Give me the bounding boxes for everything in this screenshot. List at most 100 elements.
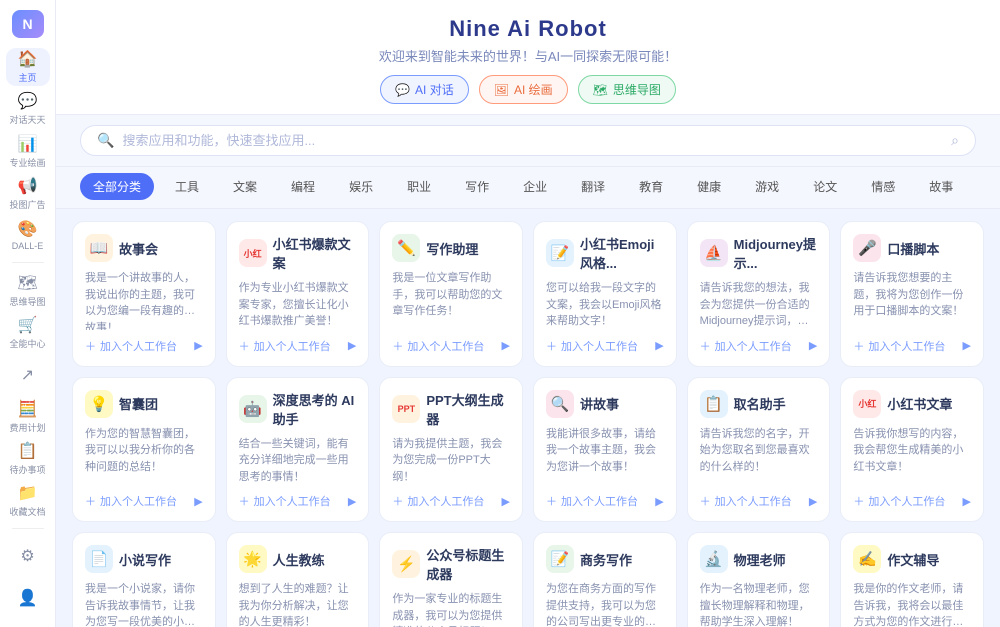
sidebar-item-settings[interactable]: ⚙ <box>6 537 50 575</box>
sidebar-tasks-label: 待办事项 <box>9 463 45 476</box>
main-content: Nine Ai Robot 欢迎来到智能未来的世界！与AI一同探索无限可能！ 💬… <box>56 0 1000 627</box>
category-tab-prog[interactable]: 编程 <box>278 173 328 200</box>
card-desc: 我是一位文章写作助手，我可以帮助您的文章写作任务！ <box>392 270 510 330</box>
category-tab-tools[interactable]: 工具 <box>162 173 212 200</box>
card-add-button[interactable]: ＋ 加入个人工作台 ▶ <box>853 338 971 354</box>
card-item[interactable]: 📝 商务写作 为您在商务方面的写作提供支持，我可以为您的公司写出更专业的文章！ … <box>533 532 677 627</box>
plus-icon: ＋ <box>85 493 96 509</box>
category-tab-edu[interactable]: 教育 <box>626 173 676 200</box>
category-tabs: 全部分类工具文案编程娱乐职业写作企业翻译教育健康游戏论文情感故事 <box>56 167 1000 209</box>
card-item[interactable]: ✏️ 写作助理 我是一位文章写作助手，我可以帮助您的文章写作任务！ ＋ 加入个人… <box>379 221 523 367</box>
card-desc: 为您在商务方面的写作提供支持，我可以为您的公司写出更专业的文章！ <box>546 581 664 627</box>
category-tab-emotion[interactable]: 情感 <box>858 173 908 200</box>
card-add-button[interactable]: ＋ 加入个人工作台 ▶ <box>700 493 818 509</box>
category-tab-thesis[interactable]: 论文 <box>800 173 850 200</box>
category-tab-all[interactable]: 全部分类 <box>80 173 154 200</box>
card-add-button[interactable]: ＋ 加入个人工作台 ▶ <box>239 493 357 509</box>
category-tab-job[interactable]: 职业 <box>394 173 444 200</box>
category-tab-health[interactable]: 健康 <box>684 173 734 200</box>
ai-draw-button[interactable]: 🖼 AI 绘画 <box>479 75 568 104</box>
card-item[interactable]: 💡 智囊团 作为您的智慧智囊团，我可以以我分析你的各种问题的总结！ ＋ 加入个人… <box>72 377 216 523</box>
search-input-wrap[interactable]: 🔍 ⌕ <box>80 125 976 156</box>
card-icon: 📝 <box>546 239 574 267</box>
card-item[interactable]: 📖 故事会 我是一个讲故事的人，我说出你的主题，我可以为您编一段有趣的小故事！ … <box>72 221 216 367</box>
card-add-button[interactable]: ＋ 加入个人工作台 ▶ <box>85 493 203 509</box>
home-icon: 🏠 <box>18 49 38 69</box>
sidebar-item-user[interactable]: 👤 <box>6 579 50 617</box>
card-desc: 结合一些关键词，能有充分详细地完成一些用思考的事情！ <box>239 436 357 486</box>
category-tab-copy[interactable]: 文案 <box>220 173 270 200</box>
card-add-button[interactable]: ＋ 加入个人工作台 ▶ <box>392 338 510 354</box>
card-add-button[interactable]: ＋ 加入个人工作台 ▶ <box>239 338 357 354</box>
card-desc: 请告诉我您的想法，我会为您提供一份合适的Midjourney提示词，让您更轻松地… <box>700 280 818 330</box>
card-item[interactable]: PPT PPT大纲生成器 请为我提供主题，我会为您完成一份PPT大纲！ ＋ 加入… <box>379 377 523 523</box>
card-add-button[interactable]: ＋ 加入个人工作台 ▶ <box>85 338 203 354</box>
card-header: 小红 小红书文章 <box>853 390 971 418</box>
plus-icon: ＋ <box>392 493 403 509</box>
category-tab-story[interactable]: 故事 <box>916 173 966 200</box>
sidebar-item-calc[interactable]: 🧮 费用计划 <box>6 398 50 436</box>
card-title: 商务写作 <box>580 550 632 569</box>
ai-chat-button[interactable]: 💬 AI 对话 <box>380 75 469 104</box>
card-add-button[interactable]: ＋ 加入个人工作台 ▶ <box>700 338 818 354</box>
sidebar-shop-label: 全能中心 <box>9 337 45 350</box>
settings-icon: ⚙ <box>20 546 34 566</box>
card-item[interactable]: 📋 取名助手 请告诉我您的名字，开始为您取名到您最喜欢的什么样的！ ＋ 加入个人… <box>687 377 831 523</box>
card-footer-label: 加入个人工作台 <box>100 493 177 509</box>
card-item[interactable]: 📄 小说写作 我是一个小说家，请你告诉我故事情节，让我为您写一段优美的小说情节！… <box>72 532 216 627</box>
logo-icon: N <box>22 16 32 32</box>
sidebar-item-share[interactable]: ↗ <box>6 355 50 393</box>
card-icon: 📋 <box>700 390 728 418</box>
sidebar-item-home[interactable]: 🏠 主页 <box>6 48 50 86</box>
card-header: 📖 故事会 <box>85 234 203 262</box>
sidebar-item-chat[interactable]: 💬 对话天天 <box>6 90 50 128</box>
plus-icon: ＋ <box>85 338 96 354</box>
card-item[interactable]: 🔬 物理老师 作为一名物理老师，您擅长物理解释和物理，帮助学生深入理解！ ＋ 加… <box>687 532 831 627</box>
category-tab-ent[interactable]: 娱乐 <box>336 173 386 200</box>
sidebar: N 🏠 主页 💬 对话天天 📊 专业绘画 📢 投图广告 🎨 DALL-E 🗺 思… <box>0 0 56 627</box>
sidebar-item-collect[interactable]: 📁 收藏文档 <box>6 482 50 520</box>
card-add-button[interactable]: ＋ 加入个人工作台 ▶ <box>392 493 510 509</box>
card-title: 口播脚本 <box>887 239 939 258</box>
card-footer-label: 加入个人工作台 <box>407 338 484 354</box>
card-icon: ⛵ <box>700 239 728 267</box>
shop-icon: 🛒 <box>18 315 38 335</box>
category-tab-game[interactable]: 游戏 <box>742 173 792 200</box>
card-item[interactable]: 📝 小红书Emoji风格... 您可以给我一段文字的文案，我会以Emoji风格来… <box>533 221 677 367</box>
card-item[interactable]: 小红 小红书文章 告诉我你想写的内容，我会帮您生成精美的小红书文章！ ＋ 加入个… <box>840 377 984 523</box>
category-tab-write[interactable]: 写作 <box>452 173 502 200</box>
card-add-button[interactable]: ＋ 加入个人工作台 ▶ <box>546 493 664 509</box>
card-item[interactable]: ✍️ 作文辅导 我是你的作文老师，请告诉我，我将会以最佳方式为您的作文进行指导！… <box>840 532 984 627</box>
card-title: 小说写作 <box>119 550 171 569</box>
card-add-button[interactable]: ＋ 加入个人工作台 ▶ <box>546 338 664 354</box>
card-item[interactable]: ⛵ Midjourney提示... 请告诉我您的想法，我会为您提供一份合适的Mi… <box>687 221 831 367</box>
mindmap-button[interactable]: 🗺 思维导图 <box>578 75 676 104</box>
card-item[interactable]: 🤖 深度思考的 AI 助手 结合一些关键词，能有充分详细地完成一些用思考的事情！… <box>226 377 370 523</box>
sidebar-item-ad[interactable]: 📢 投图广告 <box>6 174 50 212</box>
card-title: 智囊团 <box>119 394 158 413</box>
card-header: PPT PPT大纲生成器 <box>392 390 510 428</box>
card-add-button[interactable]: ＋ 加入个人工作台 ▶ <box>853 493 971 509</box>
card-item[interactable]: 🌟 人生教练 想到了人生的难题？让我为你分析解决，让您的人生更精彩！ ＋ 加入个… <box>226 532 370 627</box>
sidebar-item-shop[interactable]: 🛒 全能中心 <box>6 313 50 351</box>
card-item[interactable]: 🔍 讲故事 我能讲很多故事，请给我一个故事主题，我会为您讲一个故事！ ＋ 加入个… <box>533 377 677 523</box>
sidebar-item-mindmap[interactable]: 🗺 思维导图 <box>6 271 50 309</box>
sidebar-item-dall[interactable]: 🎨 DALL-E <box>6 216 50 254</box>
card-icon: 🔬 <box>700 545 728 573</box>
category-tab-trans[interactable]: 翻译 <box>568 173 618 200</box>
sidebar-item-tasks[interactable]: 📋 待办事项 <box>6 440 50 478</box>
card-header: 🎤 口播脚本 <box>853 234 971 262</box>
card-title: 小红书文章 <box>887 394 952 413</box>
chevron-right-icon: ▶ <box>963 495 971 508</box>
mind-btn-label: 思维导图 <box>613 81 661 98</box>
sidebar-item-expert[interactable]: 📊 专业绘画 <box>6 132 50 170</box>
card-item[interactable]: 小红 小红书爆款文案 作为专业小红书爆款文案专家，您擅长让化小红书爆款推广美誉！… <box>226 221 370 367</box>
chevron-right-icon: ▶ <box>194 339 202 352</box>
card-icon: 📝 <box>546 545 574 573</box>
card-item[interactable]: 🎤 口播脚本 请告诉我您想要的主题，我将为您创作一份用于口播脚本的文案！ ＋ 加… <box>840 221 984 367</box>
chevron-right-icon: ▶ <box>502 495 510 508</box>
card-item[interactable]: ⚡ 公众号标题生成器 作为一家专业的标题生成器，我可以为您提供精准的公众号标题！… <box>379 532 523 627</box>
search-input[interactable] <box>122 133 943 148</box>
plus-icon: ＋ <box>239 338 250 354</box>
category-tab-biz[interactable]: 企业 <box>510 173 560 200</box>
